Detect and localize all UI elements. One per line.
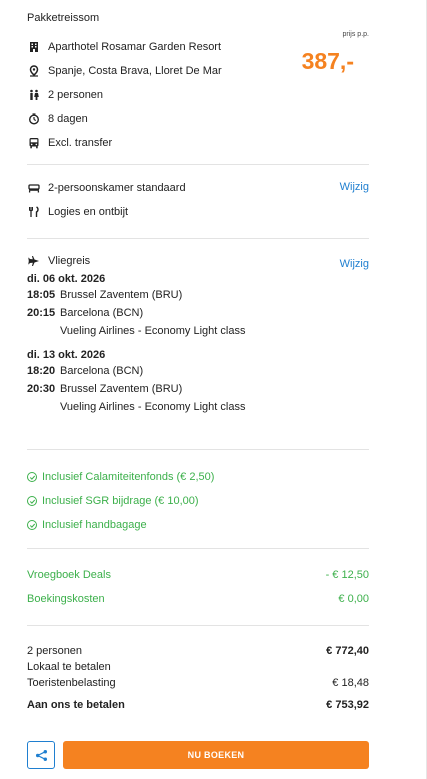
divider: [27, 449, 369, 450]
people-icon: [27, 88, 41, 102]
outbound-airline-text: Vueling Airlines - Economy Light class: [60, 325, 246, 337]
price-summary: 2 personen € 772,40 Lokaal te betalen To…: [27, 643, 369, 725]
discount-label: Vroegboek Deals: [27, 569, 111, 581]
transfer-text: Excl. transfer: [48, 137, 113, 149]
share-button[interactable]: [27, 741, 55, 769]
outbound-arr-place: Barcelona (BCN): [60, 307, 144, 319]
inclusion-item: Inclusief Calamiteitenfonds (€ 2,50): [27, 465, 369, 489]
discount-row: Vroegboek Deals - € 12,50: [27, 563, 369, 587]
return-departure: 18:20 Barcelona (BCN): [27, 362, 369, 380]
grand-total-label: Aan ons te betalen: [27, 699, 125, 711]
inclusion-text: Inclusief handbagage: [42, 519, 147, 531]
tourist-tax-value: € 18,48: [332, 677, 369, 689]
room-type-text: 2-persoonskamer standaard: [48, 182, 186, 194]
inclusion-item: Inclusief handbagage: [27, 513, 369, 537]
package-section: Pakketreissom prijs p.p. 387,- Aparthote…: [27, 12, 369, 157]
location-pin-icon: [27, 64, 41, 78]
divider: [27, 625, 369, 626]
edit-flight-link[interactable]: Wijzig: [340, 258, 369, 270]
return-airline: Vueling Airlines - Economy Light class: [27, 398, 369, 416]
booking-summary-card: Pakketreissom prijs p.p. 387,- Aparthote…: [0, 0, 427, 779]
duration-text: 8 dagen: [48, 113, 88, 125]
destination-text: Spanje, Costa Brava, Lloret De Mar: [48, 65, 222, 77]
return-dep-place: Barcelona (BCN): [60, 365, 144, 377]
outbound-dep-place: Brussel Zaventem (BRU): [60, 289, 183, 301]
outbound-arrival: 20:15 Barcelona (BCN): [27, 304, 369, 322]
airplane-icon: [27, 254, 41, 268]
persons-row: 2 personen: [27, 83, 222, 107]
share-icon: [35, 749, 48, 762]
persons-text: 2 personen: [48, 89, 104, 101]
return-dep-time: 18:20: [27, 365, 56, 377]
check-circle-icon: [27, 496, 37, 506]
booking-cost-row: Boekingskosten € 0,00: [27, 587, 369, 611]
board-row: Logies en ontbijt: [27, 200, 369, 224]
room-type-row: 2-persoonskamer standaard: [27, 176, 369, 200]
outbound-date: di. 06 okt. 2026: [27, 273, 106, 285]
outbound-arr-time: 20:15: [27, 307, 56, 319]
price-per-person: 387,-: [301, 48, 354, 74]
outbound-departure: 18:05 Brussel Zaventem (BRU): [27, 286, 369, 304]
discounts-section: Vroegboek Deals - € 12,50 Boekingskosten…: [27, 563, 369, 613]
inclusion-text: Inclusief Calamiteitenfonds (€ 2,50): [42, 471, 215, 483]
price-label: prijs p.p.: [342, 31, 369, 38]
flight-header-row: Vliegreis: [27, 250, 369, 272]
tourist-tax-row: Toeristenbelasting € 18,48: [27, 675, 369, 691]
inclusion-text: Inclusief SGR bijdrage (€ 10,00): [42, 495, 199, 507]
board-text: Logies en ontbijt: [48, 206, 129, 218]
check-circle-icon: [27, 472, 37, 482]
clock-icon: [27, 112, 41, 126]
edit-room-link[interactable]: Wijzig: [340, 181, 369, 193]
persons-total-label: 2 personen: [27, 645, 83, 657]
book-now-button[interactable]: NU BOEKEN: [63, 741, 369, 769]
return-arr-time: 20:30: [27, 383, 56, 395]
local-pay-row: Lokaal te betalen: [27, 659, 369, 675]
transfer-row: Excl. transfer: [27, 131, 222, 155]
booking-cost-label: Boekingskosten: [27, 593, 105, 605]
outbound-airline: Vueling Airlines - Economy Light class: [27, 322, 369, 340]
flight-label: Vliegreis: [48, 255, 91, 267]
divider: [27, 548, 369, 549]
persons-total-row: 2 personen € 772,40: [27, 643, 369, 659]
duration-row: 8 dagen: [27, 107, 222, 131]
cutlery-icon: [27, 205, 41, 219]
check-circle-icon: [27, 520, 37, 530]
bed-icon: [27, 181, 41, 195]
hotel-row: Aparthotel Rosamar Garden Resort: [27, 35, 222, 59]
room-section: 2-persoonskamer standaard Wijzig Logies …: [27, 176, 369, 226]
booking-cost-value: € 0,00: [338, 593, 369, 605]
local-pay-label: Lokaal te betalen: [27, 661, 111, 673]
return-airline-text: Vueling Airlines - Economy Light class: [60, 401, 246, 413]
bus-icon: [27, 136, 41, 150]
tourist-tax-label: Toeristenbelasting: [27, 677, 116, 689]
return-arrival: 20:30 Brussel Zaventem (BRU): [27, 380, 369, 398]
inclusion-item: Inclusief SGR bijdrage (€ 10,00): [27, 489, 369, 513]
return-date: di. 13 okt. 2026: [27, 349, 106, 361]
divider: [27, 164, 369, 165]
flight-section: Vliegreis Wijzig di. 06 okt. 2026 18:05 …: [27, 250, 369, 430]
outbound-dep-time: 18:05: [27, 289, 56, 301]
grand-total-value: € 753,92: [326, 699, 369, 711]
grand-total-row: Aan ons te betalen € 753,92: [27, 697, 369, 713]
persons-total-value: € 772,40: [326, 645, 369, 657]
hotel-name: Aparthotel Rosamar Garden Resort: [48, 41, 222, 53]
destination-row: Spanje, Costa Brava, Lloret De Mar: [27, 59, 222, 83]
return-arr-place: Brussel Zaventem (BRU): [60, 383, 183, 395]
building-icon: [27, 40, 41, 54]
divider: [27, 238, 369, 239]
inclusions-section: Inclusief Calamiteitenfonds (€ 2,50) Inc…: [27, 465, 369, 537]
package-heading: Pakketreissom: [27, 12, 100, 24]
discount-value: - € 12,50: [325, 569, 369, 581]
